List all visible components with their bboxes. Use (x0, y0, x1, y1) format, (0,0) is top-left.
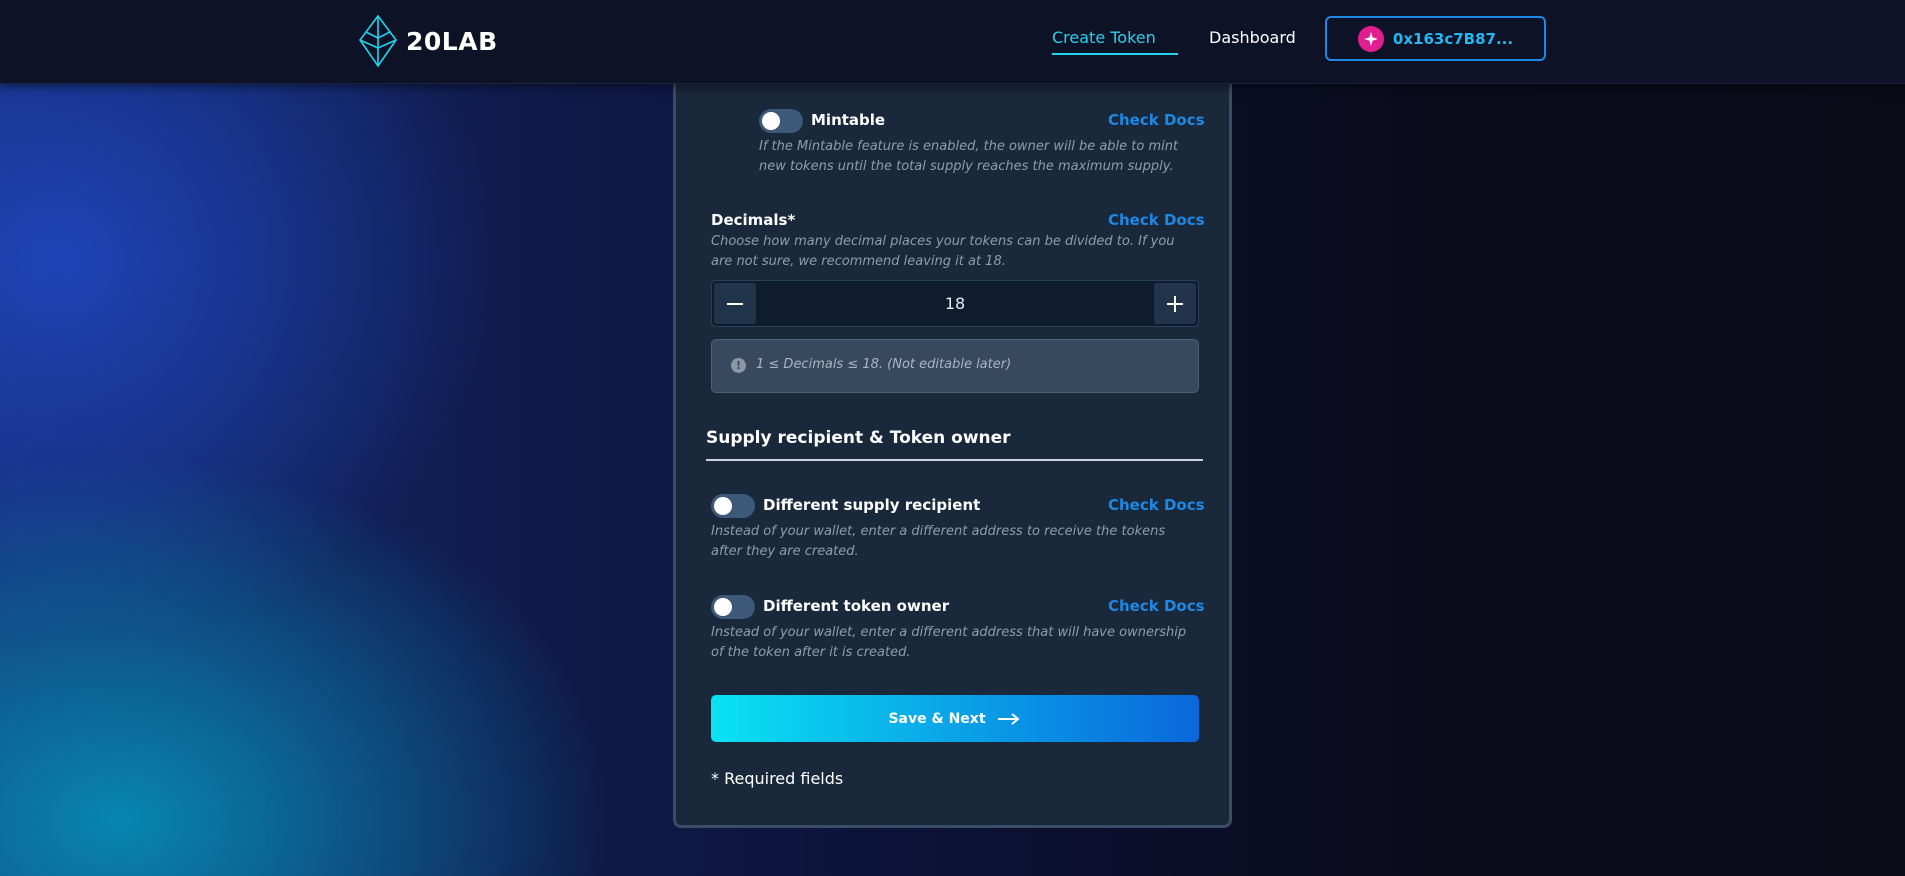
required-fields-note: * Required fields (711, 769, 844, 788)
decimals-increment-button[interactable] (1154, 283, 1196, 324)
minus-icon (727, 302, 743, 305)
supply-recipient-help-text: Instead of your wallet, enter a differen… (711, 524, 1166, 559)
mintable-toggle[interactable] (759, 109, 803, 133)
nav-dashboard[interactable]: Dashboard (1209, 28, 1296, 47)
section-title: Supply recipient & Token owner (706, 428, 1011, 448)
wallet-avatar-icon (1357, 25, 1384, 52)
decimals-decrement-button[interactable] (714, 283, 756, 324)
info-icon: ! (731, 358, 746, 373)
mintable-check-docs-link[interactable]: Check Docs (1108, 111, 1205, 129)
brand-name: 20LAB (406, 26, 498, 56)
wallet-button[interactable]: 0x163c7B87... (1325, 16, 1546, 61)
decimals-input[interactable]: 18 (762, 294, 1148, 313)
plus-icon (1167, 295, 1183, 312)
mintable-label: Mintable (811, 111, 886, 129)
token-owner-toggle[interactable] (711, 595, 755, 619)
decimals-info-box: ! 1 ≤ Decimals ≤ 18. (Not editable later… (711, 339, 1199, 393)
arrow-right-icon (997, 712, 1020, 725)
decimals-note: 1 ≤ Decimals ≤ 18. (Not editable later) (756, 357, 1012, 372)
20lab-logo-icon (359, 14, 397, 68)
token-owner-check-docs-link[interactable]: Check Docs (1108, 597, 1205, 615)
token-owner-label: Different token owner (763, 597, 950, 615)
decimals-label: Decimals* (711, 211, 796, 229)
token-owner-help-text: Instead of your wallet, enter a differen… (711, 625, 1187, 660)
token-form-card: Mintable Check Docs If the Mintable feat… (673, 60, 1232, 828)
save-next-button[interactable]: Save & Next (711, 695, 1199, 742)
brand-logo[interactable]: 20LAB (356, 14, 498, 68)
nav-active-indicator (1052, 53, 1178, 55)
section-divider (706, 459, 1203, 461)
nav-create-token[interactable]: Create Token (1052, 28, 1156, 47)
wallet-address: 0x163c7B87... (1392, 29, 1514, 48)
supply-recipient-toggle[interactable] (711, 494, 755, 518)
decimals-stepper: 18 (711, 280, 1199, 327)
save-next-label: Save & Next (888, 710, 986, 727)
top-nav-bar: 20LAB Create Token Dashboard 0x163c7B87.… (0, 0, 1905, 84)
mintable-help-text: If the Mintable feature is enabled, the … (759, 139, 1179, 174)
supply-recipient-label: Different supply recipient (763, 496, 981, 514)
supply-recipient-check-docs-link[interactable]: Check Docs (1108, 496, 1205, 514)
decimals-check-docs-link[interactable]: Check Docs (1108, 211, 1205, 229)
decimals-help-text: Choose how many decimal places your toke… (711, 234, 1175, 269)
